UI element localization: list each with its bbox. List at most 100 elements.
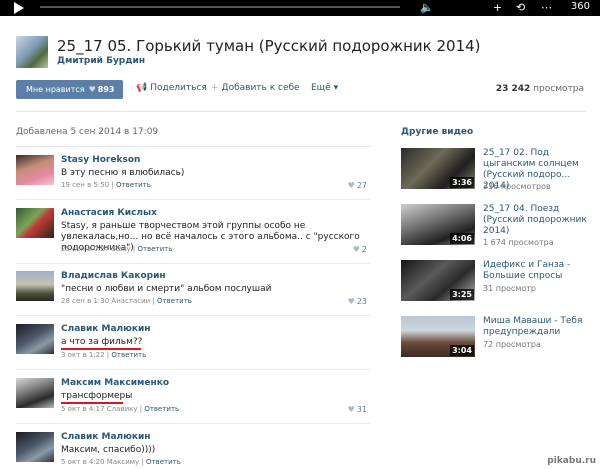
avatar[interactable] [16, 324, 54, 354]
comment-like-count: 2 [361, 245, 367, 254]
more-icon[interactable]: ⋯ [541, 1, 552, 14]
comment-like[interactable]: ♥ 31 [348, 405, 367, 414]
comment-text: а что за фильм?? [61, 337, 143, 347]
views-counter: 23 242 просмотра [496, 84, 584, 94]
video-title-link[interactable]: 25_17 04. Поезд (Русский подорожник 2014… [483, 204, 588, 237]
repeat-icon[interactable]: ⟲ [516, 1, 525, 14]
divider [16, 423, 371, 424]
red-underline [61, 348, 141, 350]
comment-author[interactable]: Владислав Какорин [61, 271, 166, 281]
video-views: 31 просмотр [483, 284, 536, 293]
video-player-bar[interactable]: 🔈 + ⟲ ⋯ 360 [0, 0, 600, 16]
reply-to: Анастасии [111, 297, 151, 305]
comment-time[interactable]: 3 окт в 1:22 [61, 351, 105, 359]
video-views: 336 просмотров [483, 182, 551, 191]
more-dropdown[interactable]: Ещё ▾ [311, 83, 338, 93]
comment-like[interactable]: ♥ 23 [348, 297, 367, 306]
comment-text: Максим, спасибо)))) [61, 445, 156, 455]
reply-link[interactable]: Ответить [111, 351, 146, 359]
reply-link[interactable]: Ответить [146, 458, 181, 466]
comment-time[interactable]: 28 сен в 1:30 [61, 297, 109, 305]
play-icon[interactable] [14, 2, 24, 14]
heart-icon: ♥ [347, 297, 355, 306]
avatar[interactable] [16, 432, 54, 462]
avatar[interactable] [16, 271, 54, 301]
video-duration: 4:06 [450, 233, 474, 244]
divider [16, 315, 371, 316]
comment-time[interactable]: 25 сен в 0:27 [61, 245, 109, 253]
comment-meta: 5 окт в 4:17 Славику | Ответить [61, 405, 180, 413]
video-title-link[interactable]: Миша Маваши - Тебя предупреждали [483, 316, 588, 338]
comment-meta: 25 сен в 0:27 Stasy | Ответить [61, 245, 173, 253]
divider [16, 111, 586, 112]
comment-time[interactable]: 5 окт в 4:17 [61, 405, 105, 413]
divider [16, 146, 371, 147]
chevron-down-icon: ▾ [333, 83, 339, 93]
video-title-link[interactable]: Идефикс и Ганза - Большие спросы [483, 260, 588, 282]
megaphone-icon: 📢 [136, 83, 148, 93]
reply-link[interactable]: Ответить [138, 245, 173, 253]
author-avatar[interactable] [16, 36, 48, 68]
video-thumbnail[interactable]: 3:36 [401, 148, 475, 189]
added-date: Добавлена 5 сен 2014 в 17:09 [16, 127, 159, 137]
comment-text: В эту песню я влюбилась) [61, 168, 185, 178]
author-link[interactable]: Дмитрий Бурдин [57, 56, 145, 66]
red-underline [61, 402, 123, 404]
comment-time[interactable]: 5 окт в 4:20 [61, 458, 105, 466]
comment-like-count: 23 [356, 297, 367, 306]
reply-link[interactable]: Ответить [116, 181, 151, 189]
views-word: просмотра [530, 84, 584, 94]
heart-icon: ♥ [88, 85, 96, 94]
comment-author[interactable]: Максим Максименко [61, 378, 169, 388]
reply-to: Максиму [106, 458, 140, 466]
comment-author[interactable]: Анастасия Кислых [61, 208, 157, 218]
add-icon[interactable]: + [493, 1, 502, 14]
add-label: Добавить к себе [221, 83, 300, 93]
views-count: 23 242 [495, 84, 531, 94]
video-duration: 3:25 [450, 289, 474, 300]
video-views: 1 674 просмотра [483, 238, 554, 247]
comment-meta: 5 окт в 4:20 Максиму | Ответить [61, 458, 181, 466]
heart-icon: ♥ [352, 245, 360, 254]
divider [16, 369, 371, 370]
share-label: Поделиться [150, 83, 207, 93]
volume-icon[interactable]: 🔈 [420, 1, 434, 14]
comment-author[interactable]: Славик Малюкин [61, 432, 151, 442]
comment-like-count: 31 [356, 405, 367, 414]
video-duration: 3:36 [450, 177, 474, 188]
video-thumbnail[interactable]: 3:25 [401, 260, 475, 301]
video-thumbnail[interactable]: 4:06 [401, 204, 475, 245]
video-views: 72 просмотра [483, 340, 541, 349]
heart-icon: ♥ [347, 181, 355, 190]
reply-link[interactable]: Ответить [157, 297, 192, 305]
comment-like[interactable]: ♥ 27 [348, 181, 367, 190]
comment-text: трансформеры [61, 391, 133, 401]
share-button[interactable]: 📢 Поделиться [136, 83, 207, 93]
like-label: Мне нравится [26, 85, 85, 94]
comment-like[interactable]: ♥ 2 [353, 245, 367, 254]
avatar[interactable] [16, 378, 54, 408]
avatar[interactable] [16, 155, 54, 185]
comment-text: "песни о любви и смерти" альбом послушай [61, 284, 272, 294]
seek-bar[interactable] [40, 6, 400, 8]
watermark: pikabu.ru [547, 456, 596, 466]
comment-time[interactable]: 19 сен в 5:50 [61, 181, 109, 189]
like-button[interactable]: Мне нравится ♥ 893 [16, 80, 123, 99]
add-to-self-button[interactable]: + Добавить к себе [211, 83, 300, 93]
quality-selector[interactable]: 360 [571, 1, 590, 12]
divider [16, 199, 371, 200]
video-duration: 3:04 [450, 345, 474, 356]
heart-icon: ♥ [347, 405, 355, 414]
video-title: 25_17 05. Горький туман (Русский подорож… [57, 37, 481, 55]
reply-link[interactable]: Ответить [144, 405, 179, 413]
comment-meta: 28 сен в 1:30 Анастасии | Ответить [61, 297, 192, 305]
plus-icon: + [211, 83, 219, 93]
comment-like-count: 27 [356, 181, 367, 190]
comment-meta: 19 сен в 5:50 | Ответить [61, 181, 151, 189]
divider [16, 263, 371, 264]
video-thumbnail[interactable]: 3:04 [401, 316, 475, 357]
avatar[interactable] [16, 208, 54, 238]
comment-author[interactable]: Славик Малюкин [61, 324, 151, 334]
more-label: Ещё [311, 83, 331, 93]
comment-author[interactable]: Stasy Horekson [61, 155, 140, 165]
